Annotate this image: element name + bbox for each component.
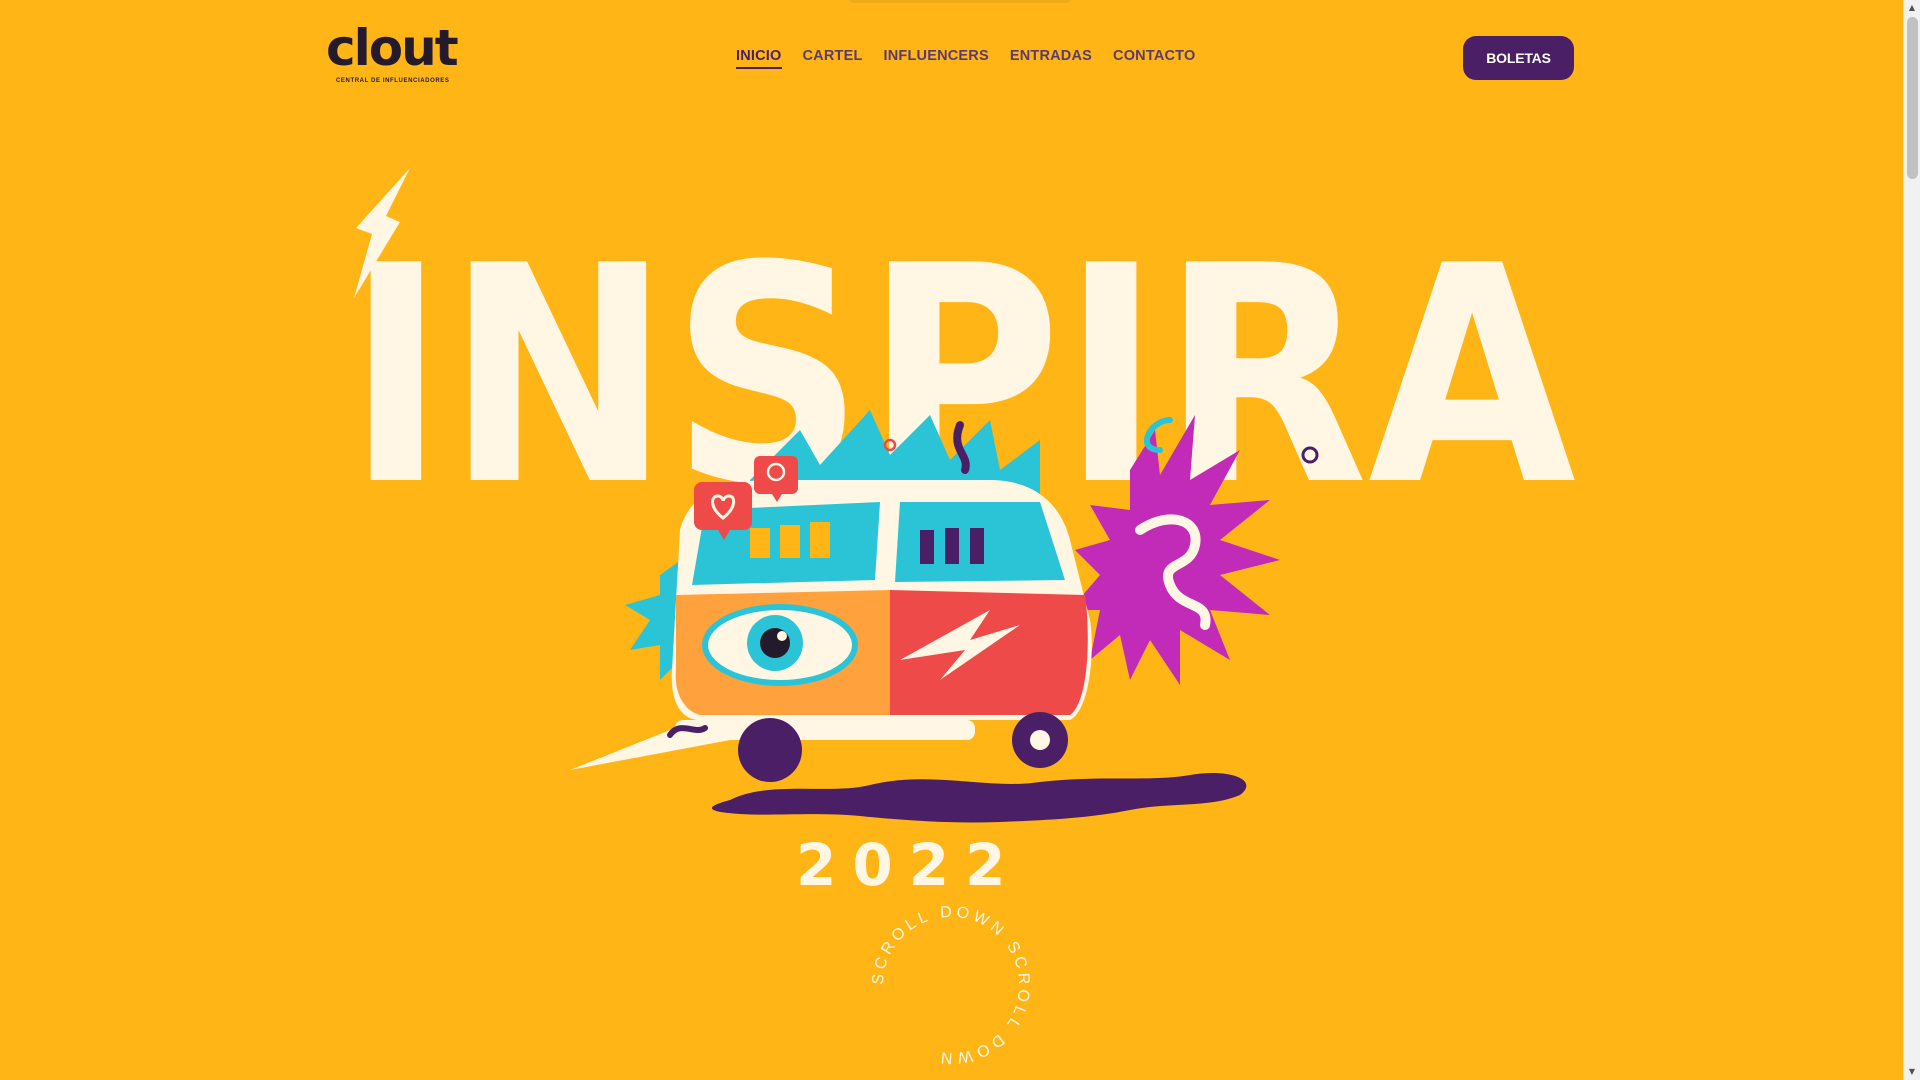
page: clout CENTRAL DE INFLUENCIADORES INICIO … [0, 0, 1920, 1080]
nav-item-influencers[interactable]: INFLUENCERS [884, 48, 989, 69]
scroll-down-text: SCROLL DOWN SCROLL DOWN [870, 904, 1033, 1067]
page-scrollbar[interactable]: ▲ ▼ [1903, 0, 1920, 1080]
ring-shape [883, 438, 897, 452]
nav-item-inicio[interactable]: INICIO [736, 48, 782, 69]
magenta-starburst-shape [1070, 415, 1280, 685]
nav-item-entradas[interactable]: ENTRADAS [1010, 48, 1092, 69]
scrollbar-thumb[interactable] [1907, 17, 1918, 179]
clout-logo[interactable]: clout CENTRAL DE INFLUENCIADORES [326, 19, 459, 92]
nav-item-cartel[interactable]: CARTEL [803, 48, 863, 69]
scroll-up-icon[interactable]: ▲ [1904, 0, 1920, 16]
main-nav: INICIO CARTEL INFLUENCERS ENTRADAS CONTA… [736, 48, 1195, 69]
top-progress-hint [850, 0, 1070, 3]
nav-item-contacto[interactable]: CONTACTO [1113, 48, 1195, 69]
ring-shape [1301, 446, 1319, 464]
scroll-down-icon[interactable]: ▼ [1904, 1064, 1920, 1080]
boletas-button[interactable]: BOLETAS [1463, 36, 1574, 80]
logo-tagline: CENTRAL DE INFLUENCIADORES [336, 78, 450, 84]
logo-wordmark: clout [326, 19, 459, 77]
scroll-down-indicator[interactable]: SCROLL DOWN SCROLL DOWN [861, 895, 1041, 1075]
squiggle-shape [1144, 417, 1173, 453]
puddle-shape [711, 772, 1247, 823]
hero-year: 2022 [796, 831, 1022, 899]
hero-illustration [570, 410, 1319, 823]
